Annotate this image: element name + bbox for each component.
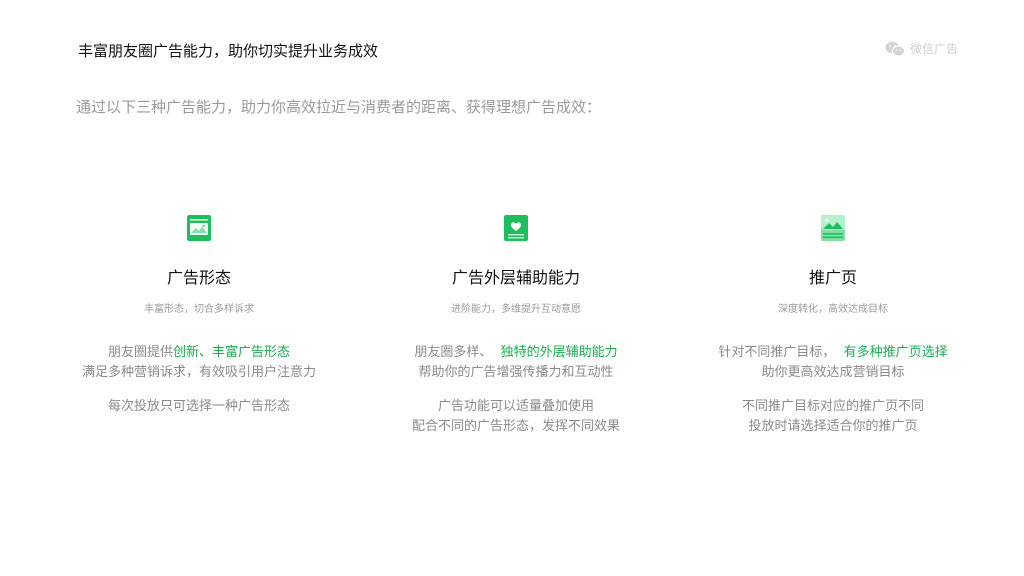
desc-line: 不同推广目标对应的推广页不同: [741, 399, 924, 414]
desc-highlight: 独特的外层辅助能力: [500, 345, 618, 360]
desc-line: 每次投放只可选择一种广告形态: [107, 399, 290, 414]
capability-outer-layer: 广告外层辅助能力 进阶能力，多维提升互动意愿 朋友圈多样、 独特的外层辅助能力 …: [386, 214, 646, 437]
landing-page-icon: [821, 215, 845, 241]
capability-subtitle: 丰富形态，切合多样诉求: [144, 304, 254, 315]
intro-text: 通过以下三种广告能力，助力你高效拉近与消费者的距离、获得理想广告成效：: [76, 98, 602, 116]
desc-line: 广告功能可以适量叠加使用: [437, 399, 594, 414]
capability-subtitle: 进阶能力，多维提升互动意愿: [451, 304, 581, 315]
desc-line: 满足多种营销诉求，有效吸引用户注意力: [81, 365, 316, 380]
capability-title: 推广页: [808, 268, 857, 287]
capability-subtitle: 深度转化，高效达成目标: [778, 304, 888, 315]
capability-title: 广告形态: [166, 268, 231, 287]
page-title: 丰富朋友圈广告能力，助你切实提升业务成效: [78, 42, 379, 60]
ad-format-icon: [187, 215, 211, 241]
heart-card-icon: [504, 215, 528, 241]
capability-description: 朋友圈提供创新、丰富广告形态 满足多种营销诉求，有效吸引用户注意力 每次投放只可…: [69, 343, 329, 417]
desc-line: 针对不同推广目标，: [718, 345, 836, 360]
brand-logo: 微信广告: [885, 40, 958, 57]
desc-line: 帮助你的广告增强传播力和互动性: [418, 365, 614, 380]
desc-line: 助你更高效达成营销目标: [761, 365, 905, 380]
desc-highlight: 有多种推广页选择: [843, 345, 948, 360]
desc-line: 投放时请选择适合你的推广页: [748, 419, 918, 434]
desc-highlight: 创新、丰富广告形态: [173, 345, 291, 360]
capability-columns: 广告形态 丰富形态，切合多样诉求 朋友圈提供创新、丰富广告形态 满足多种营销诉求…: [0, 214, 1024, 474]
wechat-icon: [885, 41, 905, 57]
capability-description: 针对不同推广目标， 有多种推广页选择 助你更高效达成营销目标 不同推广目标对应的…: [703, 343, 963, 437]
brand-name: 微信广告: [909, 42, 958, 56]
capability-ad-format: 广告形态 丰富形态，切合多样诉求 朋友圈提供创新、丰富广告形态 满足多种营销诉求…: [69, 214, 329, 417]
desc-line: 朋友圈提供: [107, 345, 173, 360]
capability-description: 朋友圈多样、 独特的外层辅助能力 帮助你的广告增强传播力和互动性 广告功能可以适…: [386, 343, 646, 437]
capability-title: 广告外层辅助能力: [451, 268, 580, 287]
desc-line: 配合不同的广告形态，发挥不同效果: [411, 419, 620, 434]
desc-line: 朋友圈多样、: [414, 345, 493, 360]
capability-landing-page: 推广页 深度转化，高效达成目标 针对不同推广目标， 有多种推广页选择 助你更高效…: [703, 214, 963, 437]
